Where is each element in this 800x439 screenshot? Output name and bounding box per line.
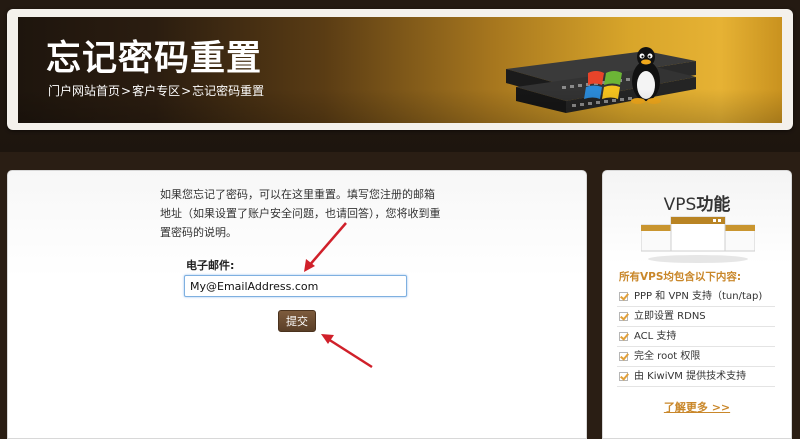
checkbox-checked-icon: [619, 292, 628, 301]
feature-text: PPP 和 VPN 支持（tun/tap): [634, 290, 763, 302]
checkbox-checked-icon: [619, 352, 628, 361]
email-label: 电子邮件:: [186, 259, 235, 272]
feature-text: 完全 root 权限: [634, 350, 701, 362]
window-stack-icon: [641, 216, 755, 263]
breadcrumb: 门户网站首页>客户专区>忘记密码重置: [48, 82, 264, 99]
list-item: 立即设置 RDNS: [617, 307, 775, 327]
breadcrumb-separator: >: [121, 84, 132, 98]
checkbox-checked-icon: [619, 332, 628, 341]
learn-more-link[interactable]: 了解更多 >>: [603, 399, 791, 415]
side-title: VPS功能: [603, 190, 791, 215]
arrow-to-submit-icon: [321, 334, 373, 369]
feature-text: 立即设置 RDNS: [634, 310, 706, 322]
vps-features-panel: VPS功能 所有VPS均包含以下内容: PPP 和 VPN 支持（tun/tap…: [602, 170, 792, 439]
feature-text: 由 KiwiVM 提供技术支持: [634, 370, 747, 382]
list-item: 由 KiwiVM 提供技术支持: [617, 367, 775, 387]
breadcrumb-client-area[interactable]: 客户专区: [132, 84, 180, 98]
list-item: ACL 支持: [617, 327, 775, 347]
intro-text: 如果您忘记了密码，可以在这里重置。填写您注册的邮箱地址（如果设置了账户安全问题，…: [160, 188, 441, 239]
list-item: 完全 root 权限: [617, 347, 775, 367]
breadcrumb-separator: >: [181, 84, 192, 98]
header: 忘记密码重置 门户网站首页>客户专区>忘记密码重置: [0, 0, 800, 152]
email-input[interactable]: [184, 275, 407, 297]
header-banner: 忘记密码重置 门户网站首页>客户专区>忘记密码重置: [18, 17, 782, 123]
list-item: PPP 和 VPN 支持（tun/tap): [617, 287, 775, 307]
hero-illustration: [506, 47, 696, 113]
page-title: 忘记密码重置: [46, 39, 263, 79]
side-subtitle: 所有VPS均包含以下内容:: [619, 271, 742, 283]
breadcrumb-home[interactable]: 门户网站首页: [48, 84, 120, 98]
feature-list: PPP 和 VPN 支持（tun/tap) 立即设置 RDNS ACL 支持 完…: [617, 287, 775, 387]
checkbox-checked-icon: [619, 312, 628, 321]
checkbox-checked-icon: [619, 372, 628, 381]
feature-text: ACL 支持: [634, 330, 677, 342]
password-reset-panel: 如果您忘记了密码，可以在这里重置。填写您注册的邮箱地址（如果设置了账户安全问题，…: [7, 170, 587, 439]
submit-button[interactable]: 提交: [278, 310, 316, 332]
side-title-prefix: VPS: [663, 195, 697, 215]
breadcrumb-current: 忘记密码重置: [192, 84, 265, 98]
side-title-suffix: 功能: [696, 195, 731, 215]
header-frame: 忘记密码重置 门户网站首页>客户专区>忘记密码重置: [7, 9, 793, 130]
